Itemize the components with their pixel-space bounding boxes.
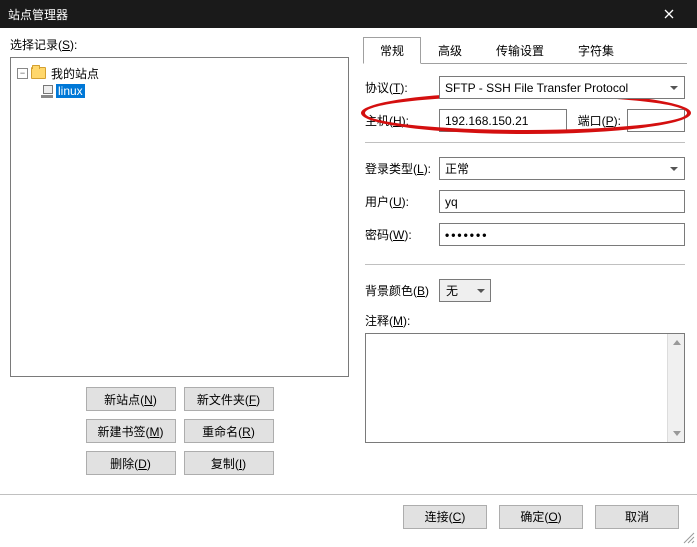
- bgcolor-label: 背景颜色(B): [365, 282, 433, 299]
- select-entry-label: 选择记录(S):: [10, 36, 349, 53]
- separator: [365, 142, 685, 143]
- protocol-select[interactable]: SFTP - SSH File Transfer Protocol: [439, 76, 685, 99]
- cancel-button[interactable]: 取消: [595, 505, 679, 529]
- bottom-bar: 连接(C) 确定(O) 取消: [0, 494, 697, 538]
- right-panel: 常规 高级 传输设置 字符集 协议(T): SFTP - SSH File Tr…: [349, 36, 687, 493]
- collapse-icon[interactable]: −: [17, 68, 28, 79]
- protocol-label: 协议(T):: [365, 79, 433, 96]
- comment-label: 注释(M):: [365, 312, 685, 329]
- logon-type-label: 登录类型(L):: [365, 160, 433, 177]
- scroll-down-button[interactable]: [668, 425, 685, 442]
- host-value[interactable]: [445, 110, 561, 131]
- server-icon: [41, 84, 53, 98]
- new-folder-button[interactable]: 新文件夹(F): [184, 387, 274, 411]
- site-tree[interactable]: − 我的站点 linux: [10, 57, 349, 377]
- tabs: 常规 高级 传输设置 字符集: [363, 36, 687, 64]
- logon-type-select[interactable]: 正常: [439, 157, 685, 180]
- titlebar: 站点管理器: [0, 0, 697, 28]
- tree-root[interactable]: − 我的站点: [15, 64, 344, 82]
- tree-item-label: linux: [56, 84, 85, 98]
- copy-button[interactable]: 复制(I): [184, 451, 274, 475]
- new-bookmark-button[interactable]: 新建书签(M): [86, 419, 176, 443]
- bgcolor-select[interactable]: 无: [439, 279, 491, 302]
- host-input[interactable]: [439, 109, 567, 132]
- user-input[interactable]: [439, 190, 685, 213]
- logon-type-value: 正常: [445, 160, 469, 177]
- delete-button[interactable]: 删除(D): [86, 451, 176, 475]
- scroll-up-button[interactable]: [668, 334, 685, 351]
- window-title: 站点管理器: [8, 6, 68, 23]
- password-input[interactable]: •••••••: [439, 223, 685, 246]
- connect-button[interactable]: 连接(C): [403, 505, 487, 529]
- folder-icon: [31, 67, 46, 79]
- password-value: •••••••: [445, 228, 488, 242]
- port-input[interactable]: [627, 109, 685, 132]
- left-panel: 选择记录(S): − 我的站点 linux 新站点(N) 新文件夹(F) 新建书…: [10, 36, 349, 493]
- site-buttons: 新站点(N) 新文件夹(F) 新建书签(M) 重命名(R) 删除(D) 复制(I…: [10, 387, 349, 475]
- port-label: 端口(P):: [573, 112, 621, 129]
- host-label: 主机(H):: [365, 112, 433, 129]
- user-label: 用户(U):: [365, 193, 433, 210]
- tab-charset[interactable]: 字符集: [561, 37, 631, 64]
- rename-button[interactable]: 重命名(R): [184, 419, 274, 443]
- tab-transfer[interactable]: 传输设置: [479, 37, 561, 64]
- form: 协议(T): SFTP - SSH File Transfer Protocol…: [363, 64, 687, 453]
- port-value[interactable]: [633, 110, 679, 131]
- tree-root-label: 我的站点: [49, 65, 101, 82]
- password-label: 密码(W):: [365, 226, 433, 243]
- close-button[interactable]: [649, 0, 689, 28]
- ok-button[interactable]: 确定(O): [499, 505, 583, 529]
- tab-advanced[interactable]: 高级: [421, 37, 479, 64]
- new-site-button[interactable]: 新站点(N): [86, 387, 176, 411]
- scrollbar[interactable]: [667, 334, 684, 442]
- resize-grip-icon[interactable]: [681, 530, 695, 544]
- separator2: [365, 264, 685, 265]
- comment-textarea[interactable]: [365, 333, 685, 443]
- protocol-value: SFTP - SSH File Transfer Protocol: [445, 81, 628, 95]
- tree-item-linux[interactable]: linux: [15, 82, 344, 100]
- user-value[interactable]: [445, 191, 679, 212]
- tab-general[interactable]: 常规: [363, 37, 421, 64]
- bgcolor-value: 无: [446, 282, 458, 299]
